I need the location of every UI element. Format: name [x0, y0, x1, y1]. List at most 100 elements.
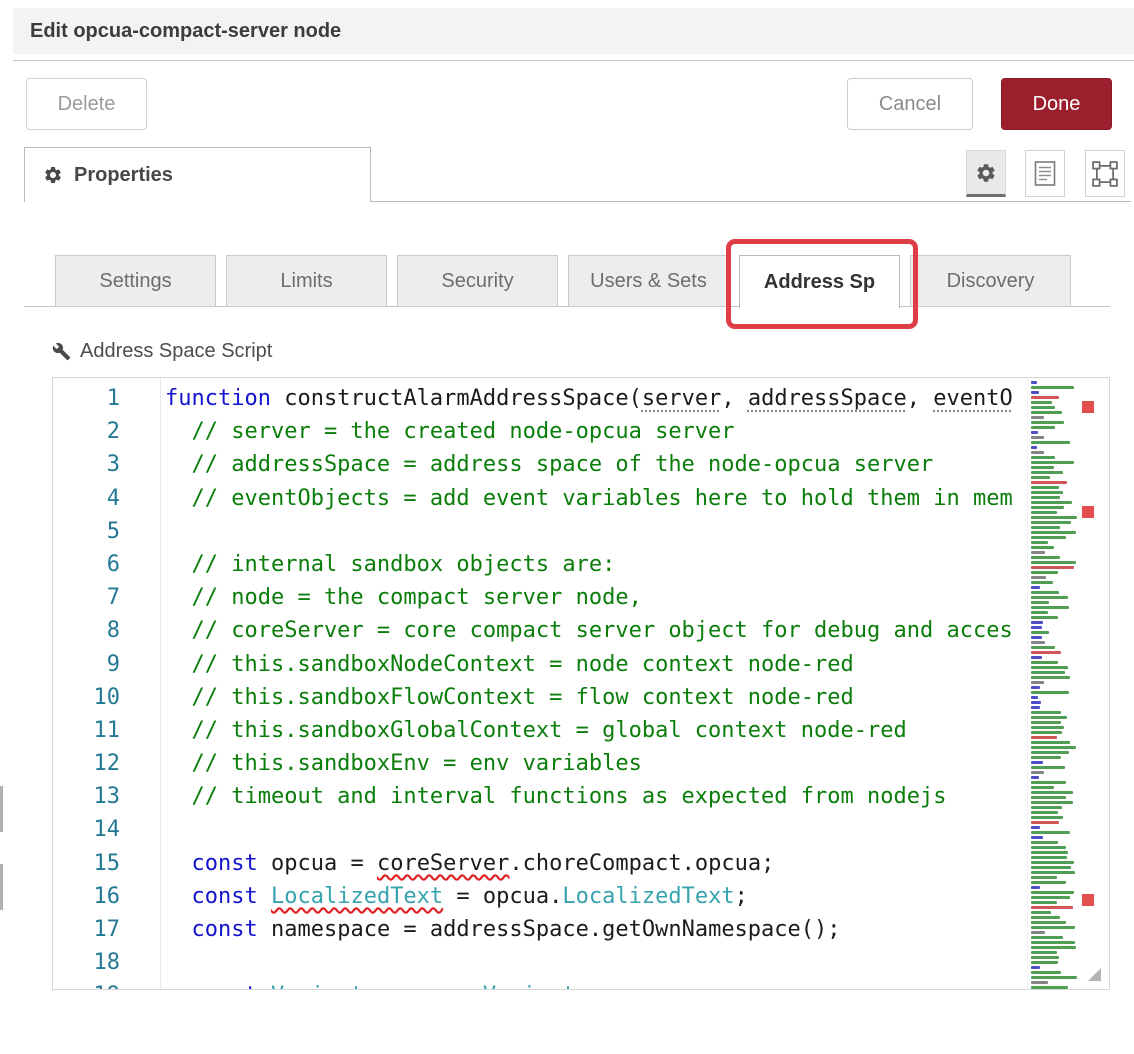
appearance-button[interactable]: [1085, 150, 1125, 197]
description-button[interactable]: [1025, 150, 1065, 197]
code-line[interactable]: // server = the created node-opcua serve…: [165, 415, 1109, 448]
line-number: 12: [53, 747, 120, 780]
tab-label: Limits: [280, 270, 332, 293]
tab-label: Settings: [99, 270, 171, 293]
code-editor[interactable]: 12345678910111213141516171819 function c…: [52, 377, 1110, 990]
minimap-line: [1031, 826, 1040, 829]
minimap-line: [1031, 536, 1066, 539]
minimap-line: [1031, 926, 1075, 929]
tab-address-sp[interactable]: Address Sp: [739, 255, 900, 308]
minimap-line: [1031, 831, 1070, 834]
minimap-line: [1031, 861, 1074, 864]
overview-ruler[interactable]: [1079, 378, 1109, 989]
code-line[interactable]: const opcua = coreServer.choreCompact.op…: [165, 847, 1109, 880]
code-line[interactable]: [165, 515, 1109, 548]
minimap-line: [1031, 836, 1043, 839]
minimap-line: [1031, 481, 1067, 484]
code-line[interactable]: // eventObjects = add event variables he…: [165, 482, 1109, 515]
line-number: 10: [53, 681, 120, 714]
code-line[interactable]: // node = the compact server node,: [165, 581, 1109, 614]
tab-security[interactable]: Security: [397, 255, 558, 307]
minimap-line: [1031, 631, 1049, 634]
minimap-line: [1031, 406, 1055, 409]
line-number: 1: [53, 382, 120, 415]
tab-limits[interactable]: Limits: [226, 255, 387, 307]
code-line[interactable]: // this.sandboxGlobalContext = global co…: [165, 714, 1109, 747]
error-marker: [1082, 506, 1094, 518]
minimap-line: [1031, 741, 1070, 744]
minimap-line: [1031, 621, 1043, 624]
scrollbar-artifact: [0, 786, 3, 832]
minimap-line: [1031, 416, 1044, 419]
minimap-line: [1031, 451, 1044, 454]
minimap-line: [1031, 941, 1075, 944]
code-line[interactable]: const namespace = addressSpace.getOwnNam…: [165, 913, 1109, 946]
code-line[interactable]: // addressSpace = address space of the n…: [165, 448, 1109, 481]
minimap-line: [1031, 586, 1040, 589]
code-line[interactable]: // timeout and interval functions as exp…: [165, 780, 1109, 813]
line-number: 19: [53, 979, 120, 990]
minimap-line: [1031, 531, 1076, 534]
minimap-line: [1031, 576, 1046, 579]
code-line[interactable]: // this.sandboxNodeContext = node contex…: [165, 648, 1109, 681]
minimap-line: [1031, 506, 1064, 509]
minimap-line: [1031, 636, 1042, 639]
minimap-line: [1031, 561, 1076, 564]
resize-grip[interactable]: [1088, 968, 1101, 981]
code-line[interactable]: // this.sandboxFlowContext = flow contex…: [165, 681, 1109, 714]
editor-code[interactable]: function constructAlarmAddressSpace(serv…: [161, 378, 1109, 989]
properties-tab[interactable]: Properties: [24, 147, 371, 202]
minimap-line: [1031, 961, 1058, 964]
section-title: Address Space Script: [80, 340, 272, 363]
minimap-line: [1031, 706, 1040, 709]
line-number: 5: [53, 515, 120, 548]
minimap-line: [1031, 641, 1045, 644]
minimap[interactable]: [1027, 378, 1079, 989]
line-number: 16: [53, 880, 120, 913]
node-properties-button[interactable]: [966, 150, 1006, 197]
minimap-line: [1031, 541, 1048, 544]
minimap-line: [1031, 381, 1037, 384]
line-number: 13: [53, 780, 120, 813]
minimap-line: [1031, 986, 1068, 989]
minimap-line: [1031, 511, 1057, 514]
tab-discovery[interactable]: Discovery: [910, 255, 1071, 307]
minimap-line: [1031, 761, 1043, 764]
code-line[interactable]: [165, 813, 1109, 846]
minimap-line: [1031, 571, 1058, 574]
code-line[interactable]: // this.sandboxEnv = env variables: [165, 747, 1109, 780]
tab-users-sets[interactable]: Users & Sets: [568, 255, 729, 307]
tab-label: Users & Sets: [590, 270, 707, 293]
minimap-line: [1031, 916, 1060, 919]
minimap-line: [1031, 846, 1066, 849]
minimap-line: [1031, 661, 1058, 664]
minimap-line: [1031, 726, 1064, 729]
code-line[interactable]: [165, 946, 1109, 979]
done-button[interactable]: Done: [1001, 78, 1112, 130]
line-number: 15: [53, 847, 120, 880]
line-number: 4: [53, 482, 120, 515]
delete-button[interactable]: Delete: [26, 78, 147, 130]
minimap-line: [1031, 766, 1065, 769]
code-line[interactable]: function constructAlarmAddressSpace(serv…: [165, 382, 1109, 415]
code-line[interactable]: // internal sandbox objects are:: [165, 548, 1109, 581]
minimap-line: [1031, 436, 1044, 439]
minimap-line: [1031, 446, 1037, 449]
dialog-title: Edit opcua-compact-server node: [30, 20, 341, 43]
properties-label: Properties: [74, 164, 173, 187]
tab-settings[interactable]: Settings: [55, 255, 216, 307]
minimap-line: [1031, 486, 1059, 489]
minimap-line: [1031, 471, 1063, 474]
gear-icon: [43, 165, 63, 185]
line-number: 3: [53, 448, 120, 481]
code-line[interactable]: const LocalizedText = opcua.LocalizedTex…: [165, 880, 1109, 913]
line-number: 2: [53, 415, 120, 448]
minimap-line: [1031, 681, 1044, 684]
cancel-button[interactable]: Cancel: [847, 78, 973, 130]
code-line[interactable]: const Variant = opcua.Variant;: [165, 979, 1109, 989]
code-line[interactable]: // coreServer = core compact server obje…: [165, 614, 1109, 647]
minimap-line: [1031, 441, 1070, 444]
minimap-line: [1031, 911, 1051, 914]
minimap-line: [1031, 601, 1049, 604]
minimap-line: [1031, 686, 1040, 689]
